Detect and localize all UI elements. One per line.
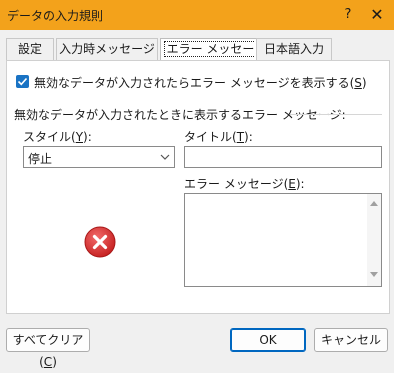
title-bar: データの入力規則 ? ✕ xyxy=(0,0,394,30)
tab-error-alert[interactable]: エラー メッセージ xyxy=(160,38,258,78)
chevron-down-icon xyxy=(160,154,170,160)
style-dropdown[interactable]: 停止 xyxy=(23,146,175,168)
title-label: タイトル(T): xyxy=(184,130,253,144)
title-input[interactable] xyxy=(184,146,382,168)
error-stop-icon xyxy=(84,226,116,258)
style-label: スタイル(Y): xyxy=(23,130,92,144)
ok-button[interactable]: OK xyxy=(230,328,306,352)
scroll-down-icon[interactable] xyxy=(370,272,378,278)
tab-settings-label: 設定 xyxy=(17,42,42,56)
window-title: データの入力規則 xyxy=(7,9,104,23)
cancel-button[interactable]: キャンセル xyxy=(314,328,388,352)
tab-input-message-label: 入力時メッセージ xyxy=(59,42,155,56)
checkmark-icon xyxy=(17,77,28,86)
data-validation-dialog: データの入力規則 ? ✕ 設定 入力時メッセージ エラー メッセージ 日本語入力… xyxy=(0,0,394,369)
tab-settings[interactable]: 設定 xyxy=(6,38,54,60)
tab-ime[interactable]: 日本語入力 xyxy=(256,38,332,60)
tab-input-message[interactable]: 入力時メッセージ xyxy=(56,38,158,60)
section-divider xyxy=(290,114,382,115)
close-button[interactable]: ✕ xyxy=(362,0,392,30)
show-error-label: 無効なデータが入力されたらエラー メッセージを表示する(S) xyxy=(34,76,367,90)
textarea-scrollbar[interactable] xyxy=(367,194,381,286)
clear-all-button[interactable]: すべてクリア(C) xyxy=(6,328,90,369)
show-error-checkbox[interactable] xyxy=(16,75,29,88)
scroll-up-icon[interactable] xyxy=(370,200,378,206)
tab-ime-label: 日本語入力 xyxy=(263,42,324,56)
help-button[interactable]: ? xyxy=(336,0,360,30)
error-message-label: エラー メッセージ(E): xyxy=(184,177,305,191)
error-message-textarea[interactable] xyxy=(184,193,382,287)
style-dropdown-value: 停止 xyxy=(28,152,53,166)
